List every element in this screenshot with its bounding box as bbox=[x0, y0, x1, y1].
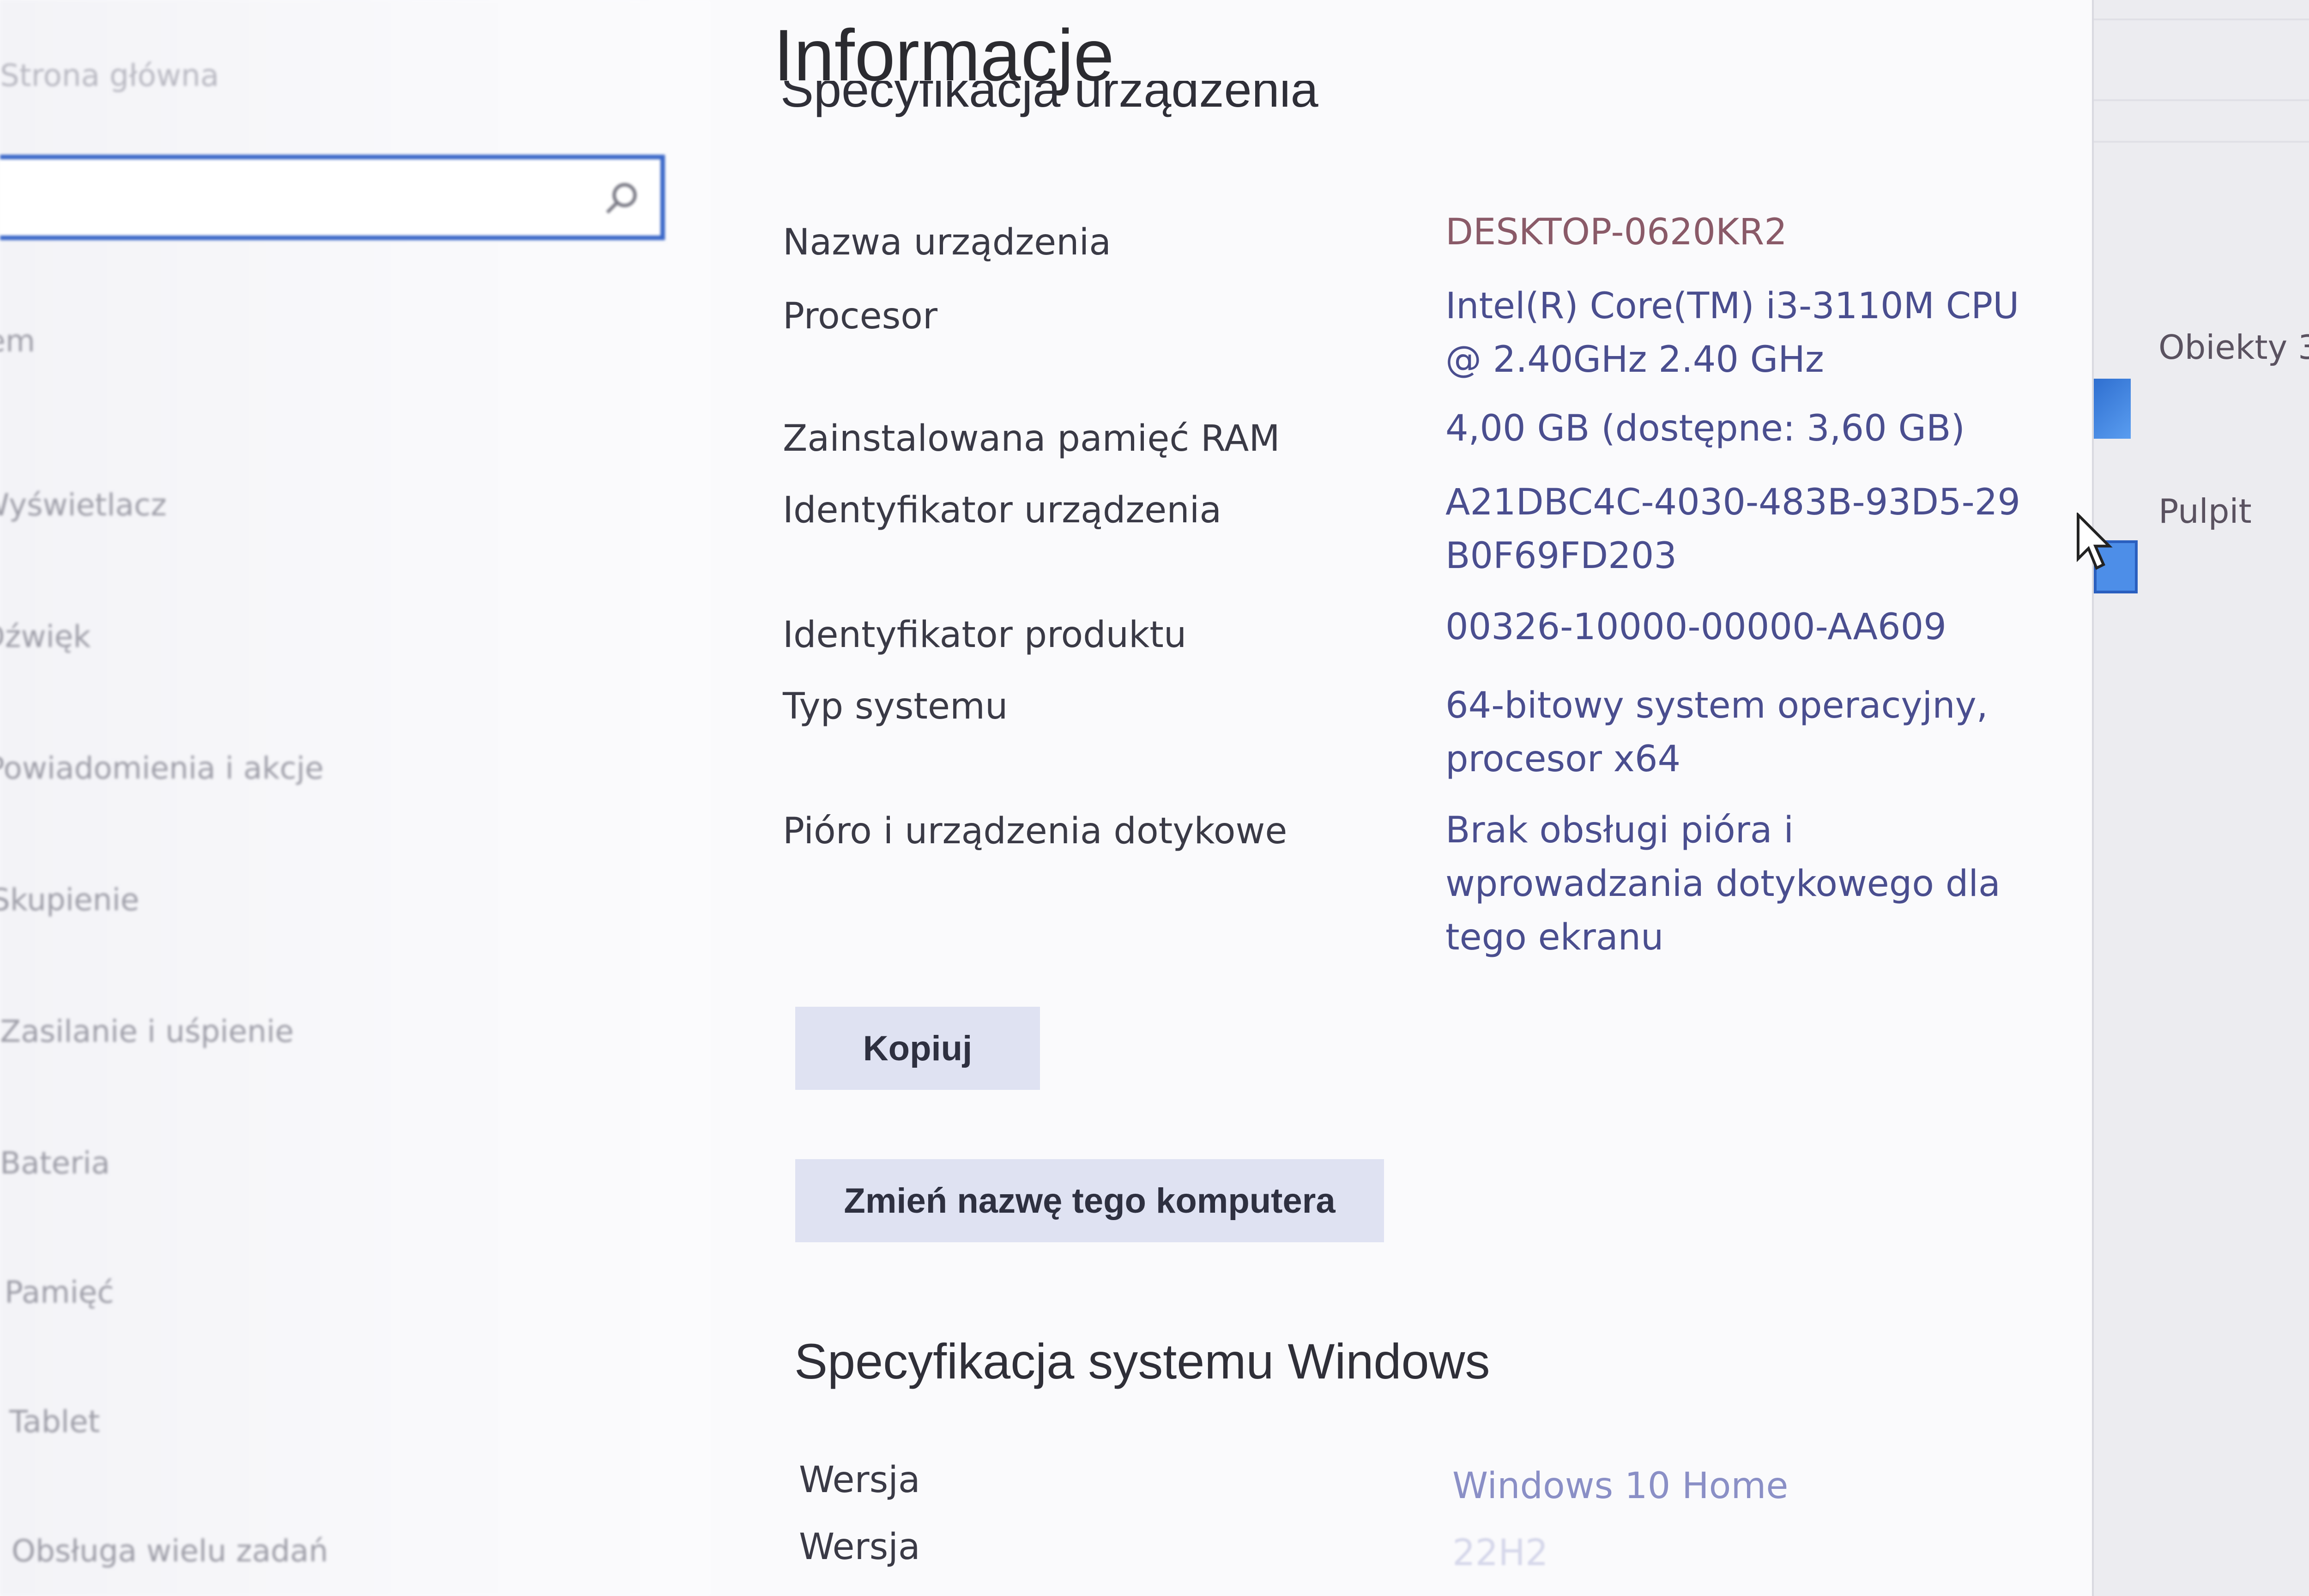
edition-value: Windows 10 Home bbox=[1452, 1465, 1789, 1507]
ram-value: 4,00 GB (dostępne: 3,60 GB) bbox=[1445, 408, 1965, 449]
rename-pc-button[interactable]: Zmień nazwę tego komputera bbox=[795, 1159, 1384, 1242]
explorer-item-3d-objects[interactable]: Obiekty 3D bbox=[2158, 328, 2309, 367]
search-input[interactable] bbox=[0, 155, 665, 240]
device-id-label: Identyfikator urządzenia bbox=[783, 490, 1222, 531]
divider bbox=[2094, 99, 2309, 101]
divider bbox=[2094, 18, 2309, 20]
windows-spec-heading: Specyfikacja systemu Windows bbox=[794, 1333, 1490, 1389]
search-icon[interactable] bbox=[600, 178, 642, 219]
sidebar-item-focus[interactable]: Skupienie bbox=[0, 882, 139, 918]
device-name-value: DESKTOP-0620KR2 bbox=[1445, 212, 1787, 253]
product-id-label: Identyfikator produktu bbox=[783, 614, 1187, 656]
sidebar-item-system[interactable]: System bbox=[0, 323, 35, 359]
sidebar-item-battery[interactable]: Bateria bbox=[0, 1145, 110, 1181]
sidebar-item-display[interactable]: Wyświetlacz bbox=[0, 487, 167, 523]
system-type-label: Typ systemu bbox=[783, 686, 1008, 727]
sidebar-item-multitasking[interactable]: Obsługa wielu zadań bbox=[12, 1533, 328, 1569]
product-id-value: 00326-10000-00000-AA609 bbox=[1445, 606, 1946, 648]
edition-label: Wersja bbox=[799, 1459, 920, 1501]
copy-button[interactable]: Kopiuj bbox=[795, 1007, 1040, 1090]
version-label: Wersja bbox=[799, 1526, 920, 1568]
device-name-label: Nazwa urządzenia bbox=[783, 222, 1112, 263]
sidebar-item-notifications[interactable]: Powiadomienia i akcje bbox=[0, 750, 324, 786]
processor-label: Procesor bbox=[783, 296, 938, 337]
processor-value: Intel(R) Core(TM) i3-3110M CPU @ 2.40GHz… bbox=[1445, 285, 2019, 381]
sidebar-item-sound[interactable]: Dźwięk bbox=[0, 619, 91, 654]
settings-sidebar: Strona główna System Wyświetlacz Dźwięk … bbox=[0, 0, 711, 1596]
file-explorer-panel: Obiekty 3D Pulpit bbox=[2092, 0, 2309, 1596]
pen-touch-value: Brak obsługi pióra i wprowadzania dotyko… bbox=[1445, 810, 2001, 958]
pen-touch-label: Pióro i urządzenia dotykowe bbox=[783, 810, 1287, 852]
mouse-cursor-icon bbox=[2077, 513, 2113, 570]
sidebar-item-storage[interactable]: Pamięć bbox=[5, 1275, 114, 1310]
sidebar-item-home[interactable]: Strona główna bbox=[0, 58, 219, 93]
device-spec-heading: Specyfikacja urządzenia bbox=[780, 81, 1318, 117]
about-page: Informacje Specyfikacja urządzenia Nazwa… bbox=[711, 0, 2092, 1596]
device-id-value: A21DBC4C-4030-483B-93D5-29 B0F69FD203 bbox=[1445, 482, 2021, 577]
explorer-item-desktop[interactable]: Pulpit bbox=[2158, 492, 2252, 531]
system-type-value: 64-bitowy system operacyjny, procesor x6… bbox=[1445, 685, 1988, 780]
sidebar-item-tablet[interactable]: Tablet bbox=[9, 1404, 100, 1439]
version-value: 22H2 bbox=[1452, 1532, 1548, 1574]
divider bbox=[2094, 141, 2309, 143]
sidebar-item-power[interactable]: Zasilanie i uśpienie bbox=[0, 1014, 294, 1049]
ram-label: Zainstalowana pamięć RAM bbox=[783, 418, 1280, 459]
3d-objects-icon bbox=[2094, 379, 2131, 439]
